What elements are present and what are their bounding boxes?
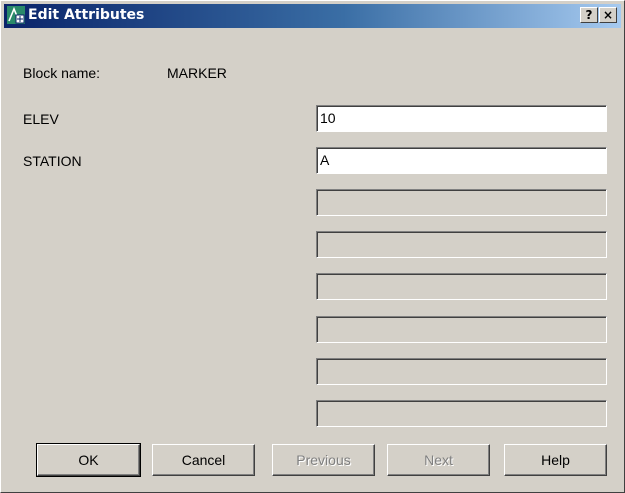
block-name-value: MARKER [167,65,227,81]
autocad-app-icon [7,6,25,24]
help-button[interactable]: Help [504,444,607,476]
window-title: Edit Attributes [28,7,145,23]
attribute-field-empty [316,189,607,216]
block-name-label: Block name: [23,65,101,81]
attribute-field-station[interactable]: A [316,147,607,174]
cancel-button[interactable]: Cancel [152,444,255,476]
next-button[interactable]: Next [387,444,490,476]
title-bar[interactable]: Edit Attributes ? × [4,4,621,28]
ok-button[interactable]: OK [36,443,141,477]
edit-attributes-dialog: Edit Attributes ? × Block name: MARKER E… [0,0,625,493]
previous-button[interactable]: Previous [272,444,375,476]
attribute-field-empty [316,316,607,343]
attribute-field-elev[interactable]: 10 [316,105,607,132]
attribute-field-empty [316,400,607,427]
help-icon[interactable]: ? [580,7,598,23]
close-icon[interactable]: × [599,7,617,23]
attribute-field-empty [316,231,607,258]
attribute-field-empty [316,273,607,300]
attribute-field-empty [316,358,607,385]
attribute-label-elev: ELEV [23,111,59,127]
attribute-label-station: STATION [23,153,82,169]
